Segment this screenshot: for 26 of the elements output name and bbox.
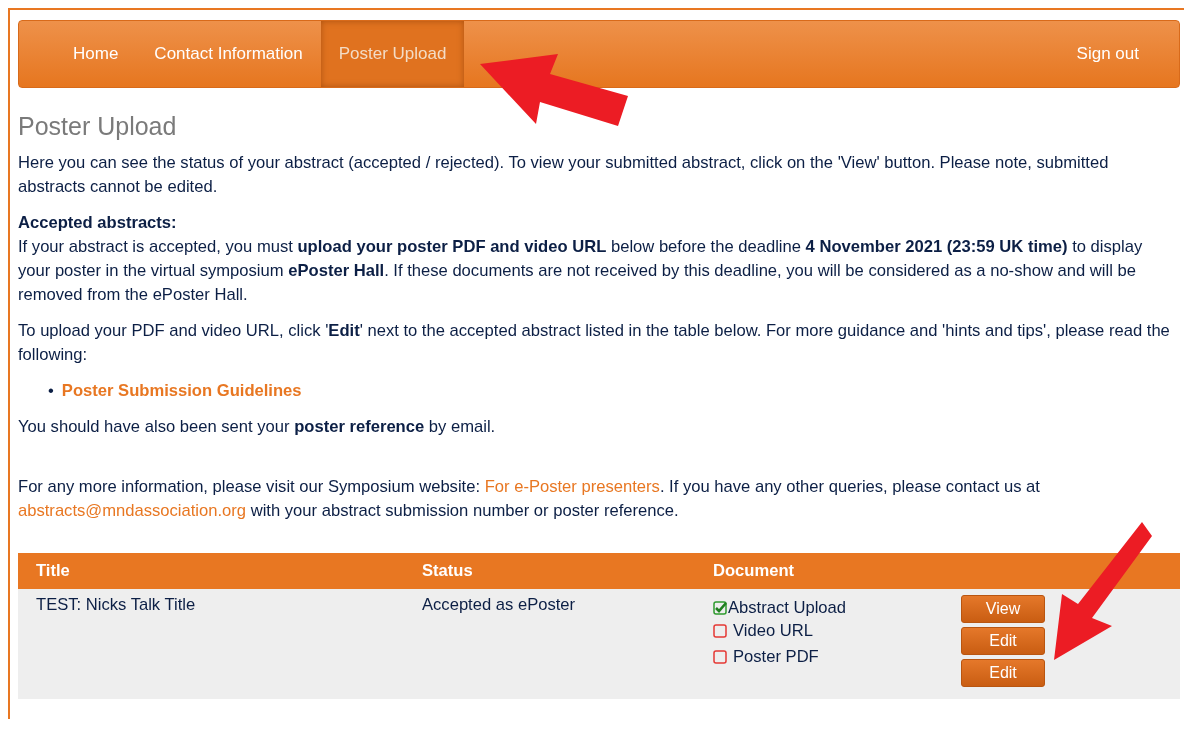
paragraph: Here you can see the status of your abstract (accepted / rejected). To view your submitted abstract, click on the 'View' button. Please note, submitted abstracts cannot be edited. [18,152,1110,198]
sign-out-link[interactable]: Sign out [1058,21,1157,87]
table-cell: TEST: Nicks Talk Title [36,595,196,614]
paragraph: To upload your PDF and video URL, click 'Edit' next to the accepted abstract listed in the table below. For more guidance and 'hints and tips', please read the following: [18,320,1171,366]
nav-tab[interactable]: Home [55,21,137,87]
document-name: Video URL [733,621,813,641]
column-header: Document [713,561,795,580]
paragraph: If your abstract is accepted, you must upload your poster PDF and video URL below before the deadline 4 November 2021 (23:59 UK time) to display your poster in the virtual symposium ePoster Hall. If these documents are not received by this deadline, you will be considered as a no-show and will be removed from the ePoster Hall. [18,236,1144,306]
table-cell: Accepted as ePoster [422,595,576,614]
bullet: • [48,381,54,400]
paragraph: For any more information, please visit our Symposium website: For e-Poster presenters. If you have any other queries, please contact us at abstracts@mndassociation.org with your abstract submission number or poster reference. [18,476,1041,522]
document-name: Poster PDF [733,647,819,667]
nav-tab[interactable]: Contact Information [136,21,321,87]
section-heading: Accepted abstracts: [18,212,178,234]
document-button[interactable]: View [961,595,1045,623]
nav-tab[interactable]: Poster Upload [320,21,465,87]
link[interactable]: abstracts@mndassociation.org [18,501,247,520]
document-button[interactable]: Edit [961,627,1045,655]
guidelines-link[interactable]: Poster Submission Guidelines [61,381,302,400]
paragraph: You should have also been sent your poster reference by email. [18,416,497,438]
document-name: Abstract Upload [728,598,847,618]
column-header: Status [422,561,473,580]
page-title: Poster Upload [18,112,178,141]
link[interactable]: For e-Poster presenters [484,477,660,496]
document-button[interactable]: Edit [961,659,1045,687]
column-header: Title [36,561,70,580]
